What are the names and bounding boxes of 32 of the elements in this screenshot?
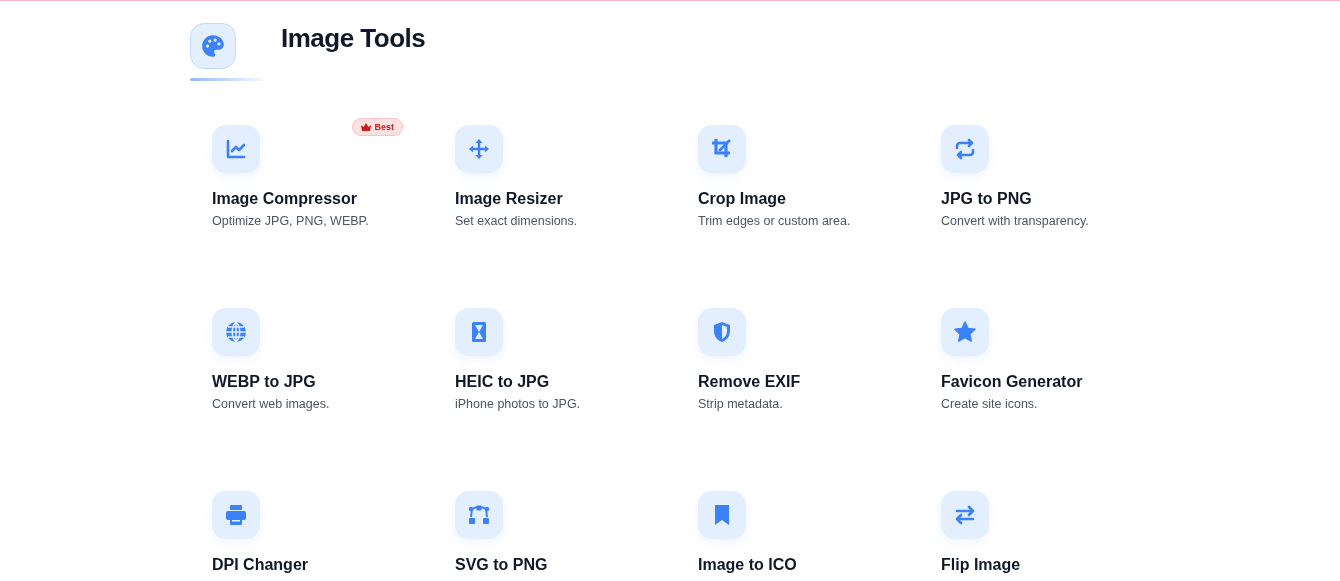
- page-title: Image Tools: [281, 23, 426, 53]
- tool-title: Favicon Generator: [941, 372, 1084, 392]
- palette-icon: [190, 23, 236, 69]
- tool-title: Image to ICO: [698, 555, 798, 575]
- vector-icon: [467, 503, 491, 527]
- tool-title: Image Resizer: [455, 189, 564, 209]
- tool-title: Image Compressor: [212, 189, 358, 209]
- tool-description: Create site icons.: [941, 396, 1039, 412]
- best-badge: Best: [352, 118, 403, 136]
- tool-title: JPG to PNG: [941, 189, 1033, 209]
- chart-icon: [224, 137, 248, 161]
- tool-description: Optimize JPG, PNG, WEBP.: [212, 213, 370, 229]
- tool-title: HEIC to JPG: [455, 372, 551, 392]
- tool-title: SVG to PNG: [455, 555, 549, 575]
- tool-description: Convert with transparency.: [941, 213, 1090, 229]
- tool-title: DPI Changer: [212, 555, 309, 575]
- tool-description: Trim edges or custom area.: [698, 213, 852, 229]
- crown-icon: [361, 122, 372, 132]
- tool-title: Crop Image: [698, 189, 787, 209]
- arrows-icon: [953, 503, 977, 527]
- star-icon: [953, 320, 977, 344]
- move-icon: [467, 137, 491, 161]
- tool-title: WEBP to JPG: [212, 372, 317, 392]
- tool-description: Strip metadata.: [698, 396, 784, 412]
- repeat-icon: [953, 137, 977, 161]
- tool-description: Set exact dimensions.: [455, 213, 579, 229]
- tool-title: Remove EXIF: [698, 372, 802, 392]
- globe-icon: [224, 320, 248, 344]
- printer-icon: [224, 503, 248, 527]
- tool-description: Convert web images.: [212, 396, 331, 412]
- tool-description: iPhone photos to JPG.: [455, 396, 582, 412]
- tool-title: Flip Image: [941, 555, 1022, 575]
